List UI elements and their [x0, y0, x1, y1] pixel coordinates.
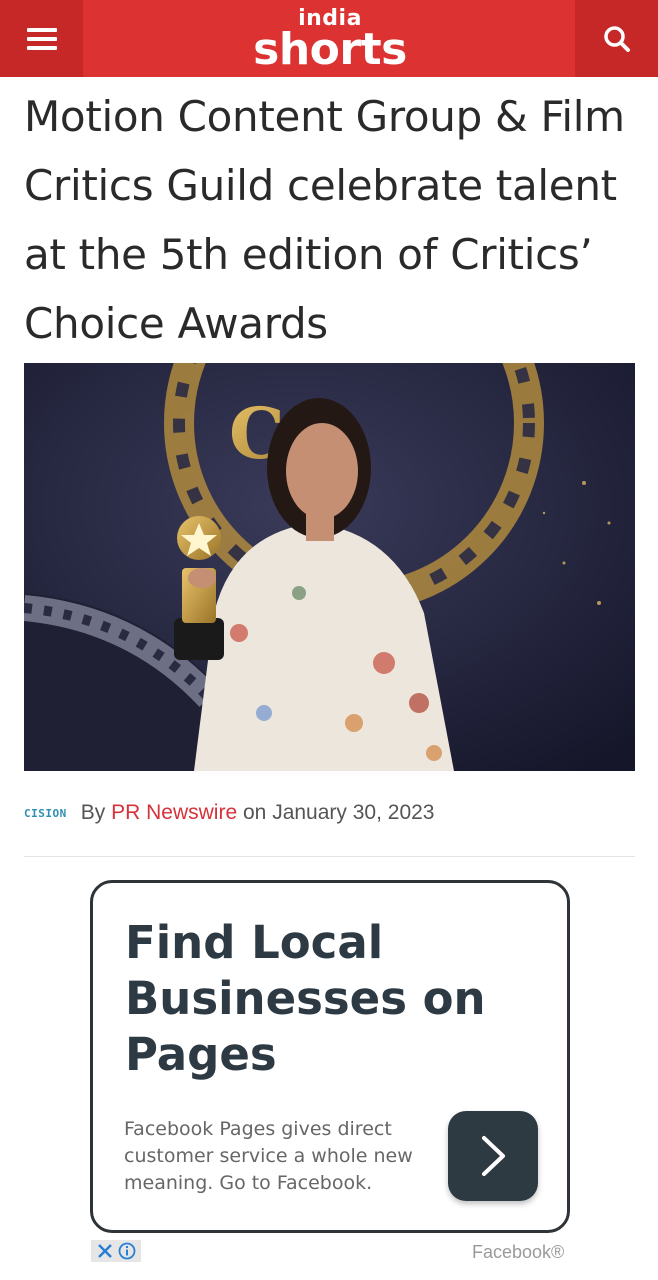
- facebook-ad-card[interactable]: Find Local Businesses on Pages Facebook …: [90, 880, 570, 1233]
- publish-date: January 30, 2023: [272, 801, 435, 824]
- menu-button[interactable]: [0, 0, 83, 77]
- hamburger-menu-icon: [26, 27, 57, 50]
- top-navigation-bar: india shorts: [0, 0, 658, 77]
- ad-body-text: Facebook Pages gives direct customer ser…: [124, 1118, 413, 1194]
- adchoices-badge[interactable]: [91, 1240, 141, 1262]
- source-logo: CISION: [24, 806, 67, 820]
- author-link[interactable]: PR Newswire: [111, 801, 237, 825]
- close-icon[interactable]: [97, 1243, 113, 1259]
- award-ceremony-photo: CC: [24, 363, 635, 771]
- ad-headline[interactable]: Find Local Businesses on Pages: [125, 915, 525, 1083]
- byline-divider: [24, 856, 635, 857]
- article-byline: CISION By PR Newswire on January 30, 202…: [24, 797, 434, 829]
- article-hero-image[interactable]: CC: [24, 363, 635, 771]
- site-logo[interactable]: india shorts: [240, 8, 420, 72]
- chevron-right-icon: [482, 1136, 505, 1176]
- info-icon[interactable]: [118, 1242, 136, 1260]
- search-icon: [603, 25, 630, 52]
- ad-cta-button[interactable]: [448, 1111, 538, 1201]
- article-title: Motion Content Group & Film Critics Guil…: [24, 92, 625, 348]
- search-button[interactable]: [575, 0, 658, 77]
- logo-bottom-text: shorts: [253, 24, 407, 75]
- byline-by: By: [80, 801, 106, 824]
- ad-sponsor-label: Facebook®: [472, 1242, 565, 1262]
- byline-on: on: [242, 801, 267, 824]
